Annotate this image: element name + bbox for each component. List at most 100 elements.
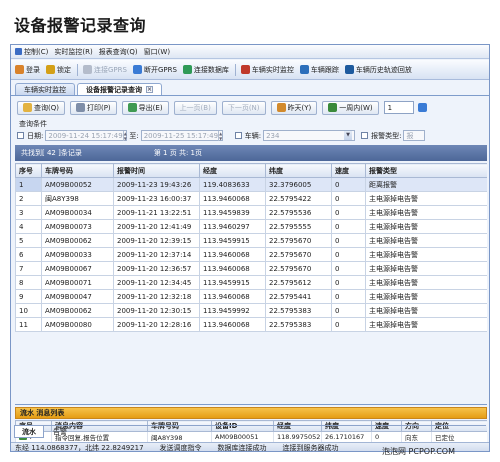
lock-icon [46,65,55,74]
vehicle-select[interactable]: 234 ▼ [263,130,356,141]
table-row[interactable]: 4 AM09B00073 2009-11-20 12:41:49 113.946029… [15,219,487,234]
tab-flow[interactable]: 流水 [14,426,44,438]
alarm-table-viewport: 序号 车牌号码 报警时间 经度 纬度 速度 报警类型 1 AM09B00052 20… [15,163,487,405]
column-header[interactable]: 经度 [199,163,266,178]
main-toolbar: 登录 锁定 连接GPRS 断开GPRS 连接数据库 车辆实时监控 车辆跟踪 车辆… [11,60,489,80]
realtime-monitor-button[interactable]: 车辆实时监控 [240,65,294,75]
page-title: 设备报警记录查询 [14,16,147,35]
spinner-icon[interactable]: ▲ ▼ [218,130,222,141]
table-row[interactable]: 2 闽A8Y398 2009-11-23 16:00:37 113.9460068 22… [15,191,487,206]
table-row[interactable]: 9 AM09B00047 2009-11-20 12:32:18 113.946006… [15,289,487,304]
export-button[interactable]: 导出(E) [121,100,169,115]
column-header[interactable]: 速度 [331,163,366,178]
table-cell: 22.5795612 [265,275,332,290]
table-cell: 主电源掉电告警 [365,303,487,318]
column-header[interactable]: 报警时间 [113,163,200,178]
menu-control[interactable]: 控制(C) [15,47,48,57]
table-cell: 22.5795670 [265,261,332,276]
monitor-icon [240,65,250,74]
column-header[interactable]: 序号 [15,163,42,178]
alarm-type-checkbox[interactable] [361,132,369,139]
table-cell: 8 [15,275,42,290]
table-cell: 113.9460297 [199,219,266,234]
disconnect-gprs-label: 断开GPRS [143,65,177,74]
table-row[interactable]: 1 AM09B00052 2009-11-23 19:43:26 119.408363… [15,177,487,192]
login-icon [15,65,24,74]
table-row[interactable]: 5 AM09B00062 2009-11-20 12:39:15 113.945991… [15,233,487,248]
menu-realtime[interactable]: 实时监控(R) [54,47,92,57]
result-stats-bar: 共找到[ 42 ]条记录 第 1 页 共: 1页 [15,145,487,161]
table-cell: AM09B00033 [41,247,114,262]
table-cell: 113.9460068 [199,317,266,332]
table-cell: 2009-11-20 12:39:15 [113,233,200,248]
column-header[interactable]: 车牌号码 [41,163,114,178]
week-button[interactable]: 一周内(W) [322,100,379,115]
table-row[interactable]: 6 AM09B00033 2009-11-20 12:37:14 113.946006… [15,247,487,262]
login-button[interactable]: 登录 [15,65,40,75]
to-label: 至: [129,131,139,140]
app-window: 控制(C) 实时监控(R) 报表查询(Q) 窗口(W) 登录 锁定 连接GPRS… [10,44,490,452]
tab-alarm[interactable]: 告警 [46,426,74,438]
date-checkbox[interactable] [17,132,24,139]
table-row[interactable]: 3 AM09B00034 2009-11-21 13:22:51 113.945983… [15,205,487,220]
table-cell: 距离报警 [365,177,487,192]
connect-database-label: 连接数据库 [193,65,229,74]
vehicle-checkbox[interactable] [234,132,242,139]
table-cell: 3 [15,205,42,220]
table-cell: 0 [331,289,366,304]
date-to-field[interactable]: 2009-11-25 15:17:49 ▲ ▼ [140,130,223,141]
export-label: 导出(E) [138,103,163,112]
table-cell: 9 [15,289,42,304]
table-cell: 22.5795536 [265,205,332,220]
yesterday-button[interactable]: 昨天(Y) [270,100,318,115]
menu-bar: 控制(C) 实时监控(R) 报表查询(Q) 窗口(W) [11,45,489,59]
menu-report[interactable]: 报表查询(Q) [99,47,138,57]
track-button[interactable]: 车辆跟踪 [299,65,339,75]
table-cell: AM09B00062 [41,233,114,248]
page-number-input[interactable]: 1 [383,101,414,114]
lock-button[interactable]: 锁定 [46,65,71,75]
table-cell: 主电源掉电告警 [365,275,487,290]
table-cell: 0 [331,275,366,290]
date-from-field[interactable]: 2009-11-24 15:17:49 ▲ ▼ [45,130,128,141]
table-cell: 11 [15,317,42,332]
table-row[interactable]: 11 AM09B00080 2009-11-20 12:28:16 113.94600… [15,317,487,332]
print-button[interactable]: 打印(P) [69,100,117,115]
table-cell: AM09B00067 [41,261,114,276]
connect-gprs-button[interactable]: 连接GPRS [83,65,127,75]
vehicle-label: 车辆: [244,131,262,140]
spinner-icon[interactable]: ▲ ▼ [122,130,127,141]
table-cell: 22.5795670 [265,233,332,248]
table-cell: 0 [331,205,366,220]
prev-page-button[interactable]: 上一页(B) [173,100,217,115]
history-playback-button[interactable]: 车辆历史轨迹回放 [344,65,412,75]
date-label: 日期: [27,131,44,140]
table-cell: 10 [15,303,42,318]
close-icon[interactable]: × [146,86,153,93]
table-cell: 主电源掉电告警 [365,233,487,248]
connect-database-button[interactable]: 连接数据库 [182,65,229,75]
menu-window[interactable]: 窗口(W) [144,47,170,57]
next-page-button[interactable]: 下一页(N) [221,100,266,115]
table-cell: 113.9459915 [199,233,266,248]
tab-realtime-monitor[interactable]: 车辆实时监控 [15,83,75,95]
chevron-down-icon[interactable]: ▼ [344,131,353,140]
disconnect-gprs-button[interactable]: 断开GPRS [132,65,177,75]
table-row[interactable]: 7 AM09B00067 2009-11-20 12:36:57 113.946006… [15,261,487,276]
query-button[interactable]: 查询(Q) [17,100,65,115]
table-cell: 2 [15,191,42,206]
table-row[interactable]: 8 AM09B00071 2009-11-20 12:34:45 113.945991… [15,275,487,290]
table-row[interactable]: 10 AM09B00062 2009-11-20 12:30:15 113.94599… [15,303,487,318]
table-cell: 主电源掉电告警 [365,261,487,276]
go-page-icon[interactable] [417,103,427,112]
table-cell: 22.5795422 [265,191,332,206]
table-cell: 主电源掉电告警 [365,247,487,262]
alarm-type-select[interactable]: 报 [403,130,426,141]
tab-alarm-query[interactable]: 设备报警记录查询 × [77,83,162,95]
table-cell: 2009-11-20 12:37:14 [113,247,200,262]
table-cell: 2009-11-23 19:43:26 [113,177,200,192]
table-cell: 113.9459839 [199,205,266,220]
column-header[interactable]: 纬度 [265,163,332,178]
next-page-label: 下一页(N) [227,103,260,112]
column-header[interactable]: 报警类型 [365,163,487,178]
